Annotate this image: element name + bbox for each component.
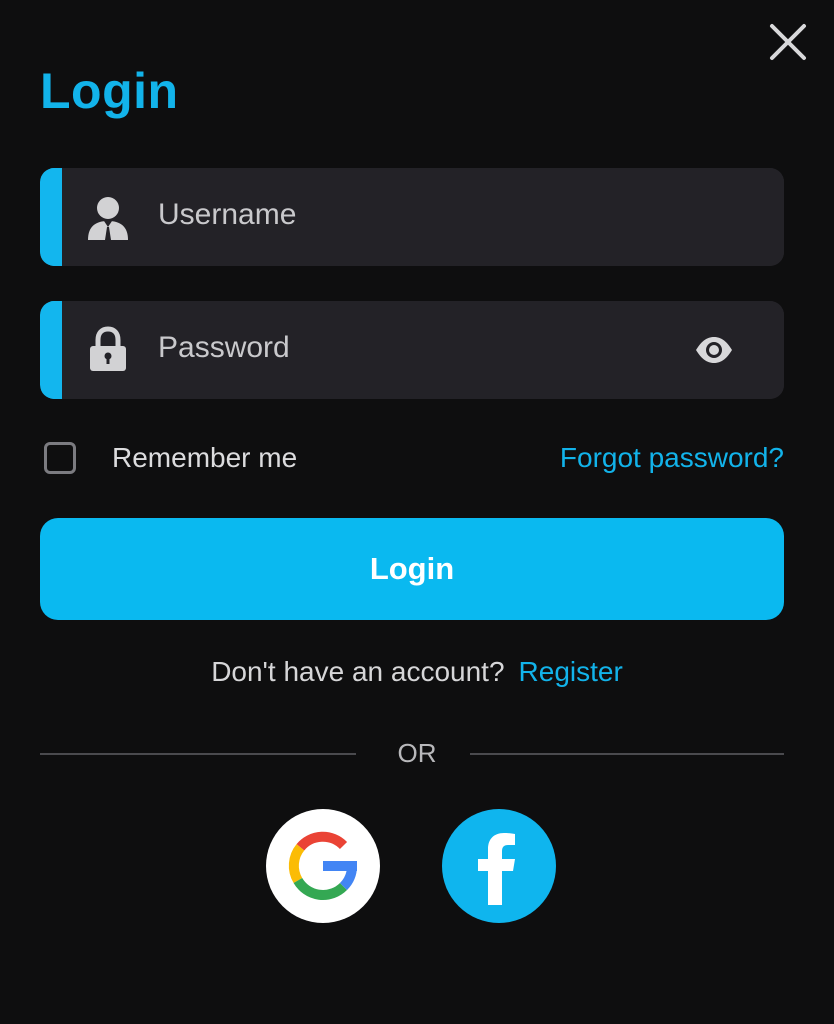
google-icon [288, 831, 357, 900]
remember-me-checkbox[interactable] [44, 442, 76, 474]
username-placeholder: Username [158, 198, 297, 231]
facebook-icon [478, 833, 515, 905]
google-login-button[interactable] [266, 809, 380, 923]
lock-icon [90, 326, 126, 371]
divider-line-right [470, 753, 784, 755]
close-button[interactable] [768, 22, 808, 62]
close-icon [770, 24, 806, 60]
username-field[interactable]: Username [40, 168, 784, 266]
facebook-login-button[interactable] [442, 809, 556, 923]
remember-row: Remember me Forgot password? [40, 438, 784, 482]
register-link[interactable]: Register [519, 656, 623, 687]
login-button-label: Login [369, 551, 455, 586]
login-button[interactable]: Login [40, 518, 784, 620]
toggle-password-visibility-button[interactable] [694, 335, 734, 365]
eye-icon [696, 337, 732, 363]
forgot-password-link[interactable]: Forgot password? [560, 442, 784, 474]
login-dialog: Login Username Password Remember me Forg… [0, 0, 834, 1024]
remember-me-label[interactable]: Remember me [112, 442, 297, 474]
password-field[interactable]: Password [40, 301, 784, 399]
user-icon [88, 197, 128, 240]
register-prompt: Don't have an account? [211, 656, 505, 687]
register-row: Don't have an account? Register [0, 656, 834, 688]
password-placeholder: Password [158, 331, 290, 364]
dialog-title: Login [40, 63, 179, 119]
